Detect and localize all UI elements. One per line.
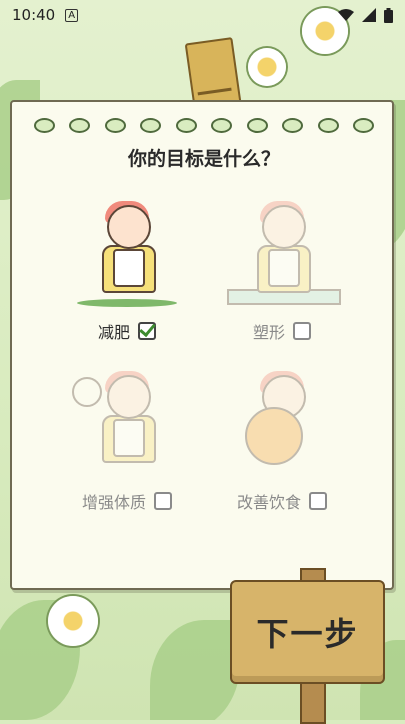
figure-apron <box>113 249 145 287</box>
card-holes <box>34 118 374 133</box>
hole-decoration <box>140 118 162 133</box>
badminton-girl-illustration <box>72 367 182 477</box>
hole-decoration <box>352 118 374 133</box>
fruit-decoration <box>245 407 303 465</box>
figure-head <box>107 205 151 249</box>
option-label: 改善饮食 <box>236 493 301 512</box>
option-checkbox-checked[interactable] <box>138 322 156 340</box>
option-checkbox[interactable] <box>293 322 311 340</box>
hole-decoration <box>282 118 304 133</box>
yoga-girl-illustration <box>227 197 341 307</box>
figure-apron <box>268 249 300 287</box>
battery-icon <box>384 7 393 23</box>
a-indicator-icon: A <box>65 8 79 22</box>
hole-decoration <box>104 118 126 133</box>
page-title: 你的目标是什么？ <box>127 148 280 170</box>
hole-decoration <box>317 118 339 133</box>
signal-icon <box>362 8 376 22</box>
leaf-decoration <box>150 620 240 720</box>
hole-decoration <box>69 118 91 133</box>
goal-card: 你的目标是什么？ 减肥 塑形 增强体质 改善饮食 <box>10 100 394 590</box>
running-girl-illustration <box>72 197 182 307</box>
option-checkbox[interactable] <box>309 492 327 510</box>
flower-decoration <box>248 48 286 86</box>
fruit-girl-illustration <box>227 367 337 477</box>
hole-decoration <box>211 118 233 133</box>
option-body-shaping[interactable]: 塑形 <box>207 197 357 343</box>
option-checkbox[interactable] <box>154 492 172 510</box>
hole-decoration <box>246 118 268 133</box>
next-step-label: 下一步 <box>256 615 359 653</box>
option-improve-diet[interactable]: 改善饮食 <box>207 367 357 513</box>
option-label: 塑形 <box>252 323 285 342</box>
grass-decoration <box>77 299 177 307</box>
figure-head <box>107 375 151 419</box>
status-bar: 10:40 A <box>0 0 405 30</box>
figure-apron <box>113 419 145 457</box>
figure-head <box>262 205 306 249</box>
option-improve-fitness[interactable]: 增强体质 <box>52 367 202 513</box>
racket-decoration <box>72 377 102 407</box>
option-label: 减肥 <box>97 323 130 342</box>
flower-decoration <box>48 596 98 646</box>
status-time: 10:40 <box>12 6 56 24</box>
hole-decoration <box>175 118 197 133</box>
option-lose-weight[interactable]: 减肥 <box>52 197 202 343</box>
next-step-button[interactable]: 下一步 <box>230 580 385 684</box>
hole-decoration <box>34 118 55 133</box>
option-label: 增强体质 <box>81 493 146 512</box>
wifi-icon <box>338 9 354 21</box>
